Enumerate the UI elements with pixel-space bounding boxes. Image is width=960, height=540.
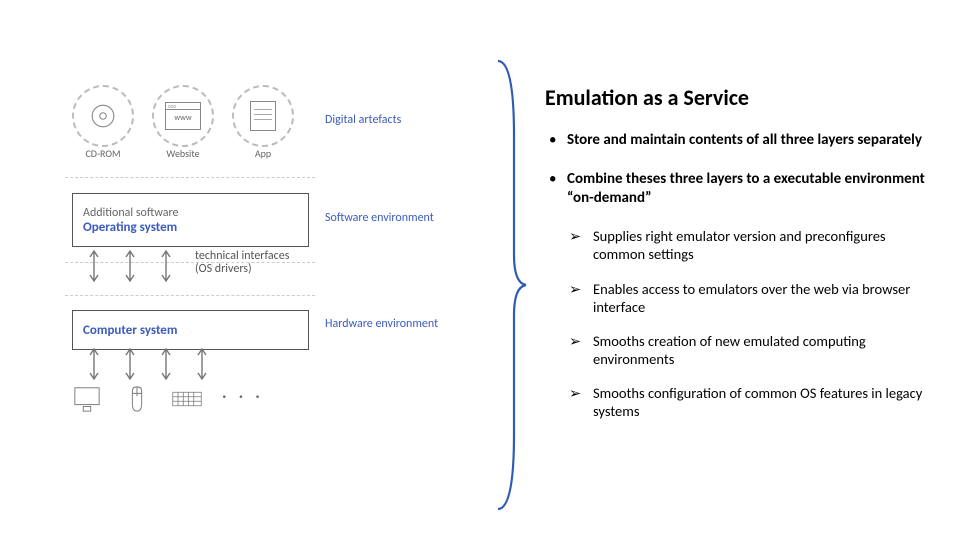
keyboard-icon xyxy=(172,385,202,413)
bullet-item: Combine theses three layers to a executa… xyxy=(545,170,925,208)
artefact-label: Website xyxy=(152,147,214,160)
slide-root: CD-ROM ○○○www Website App Digital artefa… xyxy=(0,0,960,540)
mouse-icon xyxy=(122,385,152,413)
sub-bullet-item: Smooths configuration of common OS featu… xyxy=(565,384,925,420)
curly-brace xyxy=(490,55,528,515)
double-arrow-icon xyxy=(87,347,101,381)
divider xyxy=(65,177,315,178)
layer-label-hw-env: Hardware environment xyxy=(325,317,438,331)
monitor-icon xyxy=(72,385,102,413)
hardware-icons-row: · · · xyxy=(72,385,264,413)
box-line: Operating system xyxy=(83,220,177,235)
layer-label-artefacts: Digital artefacts xyxy=(325,113,401,127)
box-line: Computer system xyxy=(83,323,177,338)
interface-arrows xyxy=(87,249,173,283)
divider xyxy=(65,295,315,296)
artefact-cdrom: CD-ROM xyxy=(72,85,134,145)
double-arrow-icon xyxy=(159,249,173,283)
bullet-item: Store and maintain contents of all three… xyxy=(545,131,925,150)
software-env-box: Additional software Operating system xyxy=(72,193,309,247)
digital-artefacts-row: CD-ROM ○○○www Website App xyxy=(72,85,294,145)
interfaces-label: technical interfaces (OS drivers) xyxy=(195,250,289,276)
slide-title: Emulation as a Service xyxy=(545,84,925,111)
sub-bullet-list: Supplies right emulator version and prec… xyxy=(545,227,925,420)
sub-bullet-item: Smooths creation of new emulated computi… xyxy=(565,332,925,368)
sub-bullet-item: Enables access to emulators over the web… xyxy=(565,280,925,316)
hardware-arrows xyxy=(87,347,209,381)
double-arrow-icon xyxy=(123,347,137,381)
document-icon xyxy=(250,101,276,131)
artefact-label: App xyxy=(232,147,294,160)
bullet-list: Store and maintain contents of all three… xyxy=(545,131,925,207)
browser-window-icon: ○○○www xyxy=(165,102,201,130)
text-column: Emulation as a Service Store and maintai… xyxy=(545,84,925,436)
hardware-env-box: Computer system xyxy=(72,310,309,350)
disc-icon xyxy=(90,103,116,129)
double-arrow-icon xyxy=(123,249,137,283)
ellipsis: · · · xyxy=(222,385,264,413)
sub-bullet-item: Supplies right emulator version and prec… xyxy=(565,227,925,263)
layer-diagram: CD-ROM ○○○www Website App Digital artefa… xyxy=(65,85,490,505)
layer-label-sw-env: Software environment xyxy=(325,211,434,225)
double-arrow-icon xyxy=(87,249,101,283)
artefact-website: ○○○www Website xyxy=(152,85,214,145)
artefact-label: CD-ROM xyxy=(72,147,134,160)
double-arrow-icon xyxy=(195,347,209,381)
artefact-app: App xyxy=(232,85,294,145)
box-line: Additional software xyxy=(83,206,178,220)
double-arrow-icon xyxy=(159,347,173,381)
